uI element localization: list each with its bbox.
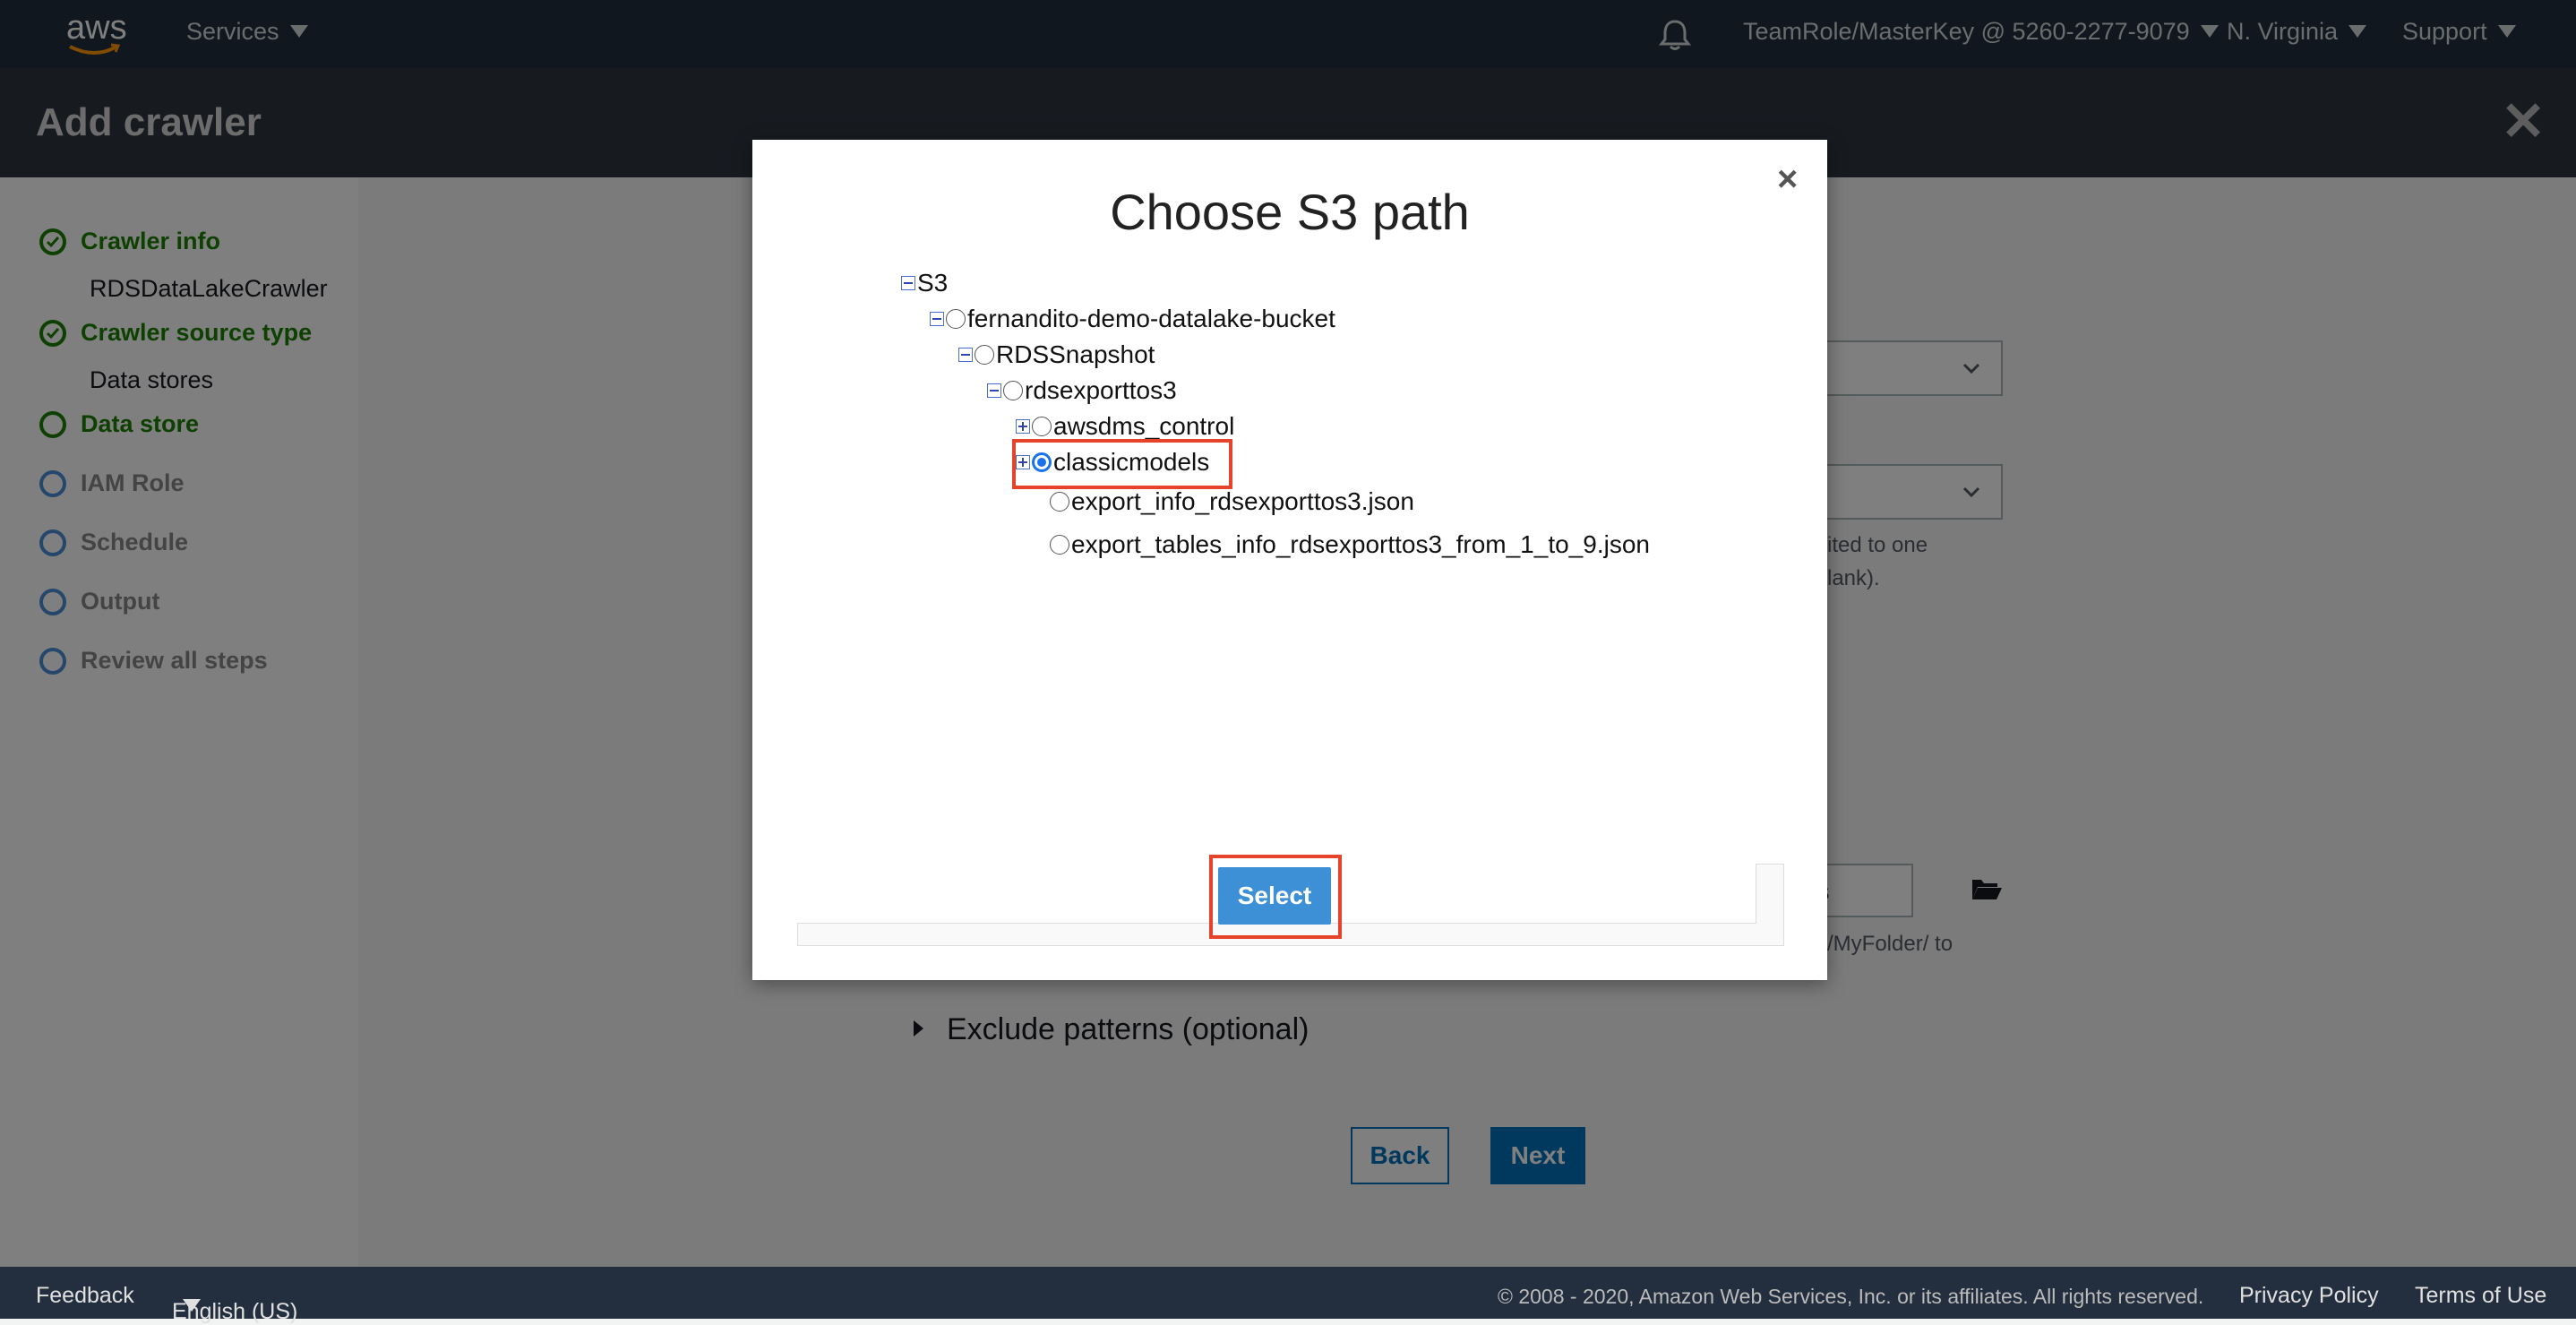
- tree-node-export-tables-info[interactable]: export_tables_info_rdsexporttos3_from_1_…: [1050, 530, 1650, 559]
- modal-title: Choose S3 path: [1110, 184, 1470, 240]
- radio-button[interactable]: [1003, 381, 1023, 400]
- privacy-policy-link[interactable]: Privacy Policy: [2239, 1283, 2379, 1309]
- highlight-box: [1012, 439, 1232, 489]
- collapse-icon[interactable]: [987, 383, 1001, 398]
- chevron-down-icon: [183, 1299, 201, 1312]
- tree-node-awsdms-control[interactable]: awsdms_control: [1016, 412, 1234, 441]
- collapse-icon[interactable]: [901, 276, 915, 290]
- expand-icon[interactable]: [1016, 419, 1030, 434]
- tree-node-export-info[interactable]: export_info_rdsexporttos3.json: [1050, 487, 1414, 516]
- tree-node-rdsexporttos3[interactable]: rdsexporttos3: [987, 376, 1177, 405]
- feedback-link[interactable]: Feedback: [36, 1283, 134, 1309]
- tree-node-label: export_tables_info_rdsexporttos3_from_1_…: [1071, 530, 1650, 558]
- tree-node-rdssnapshot[interactable]: RDSSnapshot: [958, 340, 1155, 369]
- tree-node-bucket[interactable]: fernandito-demo-datalake-bucket: [930, 305, 1335, 333]
- tree-node-label: rdsexporttos3: [1025, 376, 1177, 404]
- tree-node-label: export_info_rdsexporttos3.json: [1071, 487, 1414, 515]
- radio-button[interactable]: [1050, 492, 1069, 512]
- radio-button[interactable]: [975, 345, 994, 365]
- close-icon[interactable]: ×: [1777, 159, 1798, 200]
- collapse-icon[interactable]: [958, 348, 973, 362]
- radio-button[interactable]: [1050, 535, 1069, 555]
- highlight-box: [1209, 855, 1342, 939]
- copyright-text: © 2008 - 2020, Amazon Web Services, Inc.…: [1498, 1285, 2204, 1308]
- tree-node-label: fernandito-demo-datalake-bucket: [967, 305, 1335, 332]
- tree-node-label: S3: [917, 269, 949, 297]
- page-footer: Feedback English (US) © 2008 - 2020, Ama…: [0, 1267, 2576, 1324]
- collapse-icon[interactable]: [930, 312, 944, 326]
- tree-node-s3[interactable]: S3: [901, 269, 948, 297]
- terms-of-use-link[interactable]: Terms of Use: [2415, 1283, 2546, 1309]
- radio-button[interactable]: [1032, 417, 1052, 436]
- tree-node-label: awsdms_control: [1053, 412, 1235, 440]
- radio-button[interactable]: [946, 309, 966, 329]
- tree-node-label: RDSSnapshot: [996, 340, 1155, 368]
- choose-s3-path-modal: Choose S3 path × S3 fernandito-demo-data…: [752, 140, 1827, 980]
